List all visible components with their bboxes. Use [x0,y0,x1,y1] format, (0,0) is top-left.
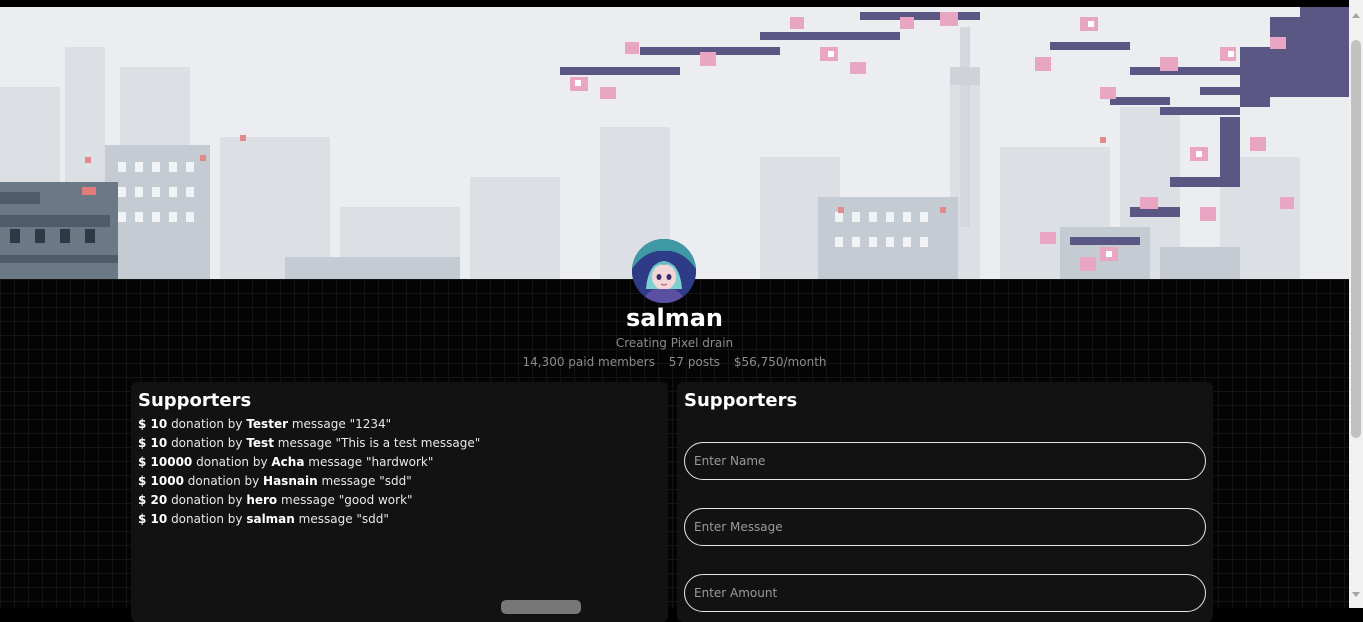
payment-form-panel: Supporters [677,382,1213,622]
profile-stats: 14,300 paid members 57 posts $56,750/mon… [0,354,1349,370]
cover-image [0,7,1349,279]
avatar [632,239,696,303]
list-item: $ 10 donation by Tester message "1234" [138,417,392,431]
name-input[interactable] [684,442,1206,480]
supporters-list-panel: Supporters $ 10 donation by Tester messa… [131,382,668,622]
scroll-up-arrow-icon[interactable] [1352,13,1360,18]
monthly-earnings: $56,750/month [733,355,827,369]
pixel-city-illustration [0,7,1349,279]
list-item: $ 10000 donation by Acha message "hardwo… [138,455,434,469]
list-item: $ 20 donation by hero message "good work… [138,493,413,507]
top-border [0,0,1363,7]
pay-button[interactable] [501,600,581,614]
payment-form-title: Supporters [684,390,798,411]
list-item: $ 10 donation by salman message "sdd" [138,512,389,526]
list-item: $ 1000 donation by Hasnain message "sdd" [138,474,412,488]
anime-character-avatar-icon [632,239,696,303]
message-input[interactable] [684,508,1206,546]
profile-tagline: Creating Pixel drain [615,336,734,350]
donation-list: $ 10 donation by Tester message "1234" $… [138,415,480,529]
profile-username: salman [626,304,723,332]
scrollbar-thumb[interactable] [1351,40,1361,438]
amount-input[interactable] [684,574,1206,612]
scroll-down-arrow-icon[interactable] [1352,592,1360,597]
posts-count: 57 posts [668,355,721,369]
supporters-list-title: Supporters [138,390,252,411]
members-count: 14,300 paid members [522,355,655,369]
page-scrollbar[interactable] [1349,0,1363,608]
list-item: $ 10 donation by Test message "This is a… [138,436,481,450]
